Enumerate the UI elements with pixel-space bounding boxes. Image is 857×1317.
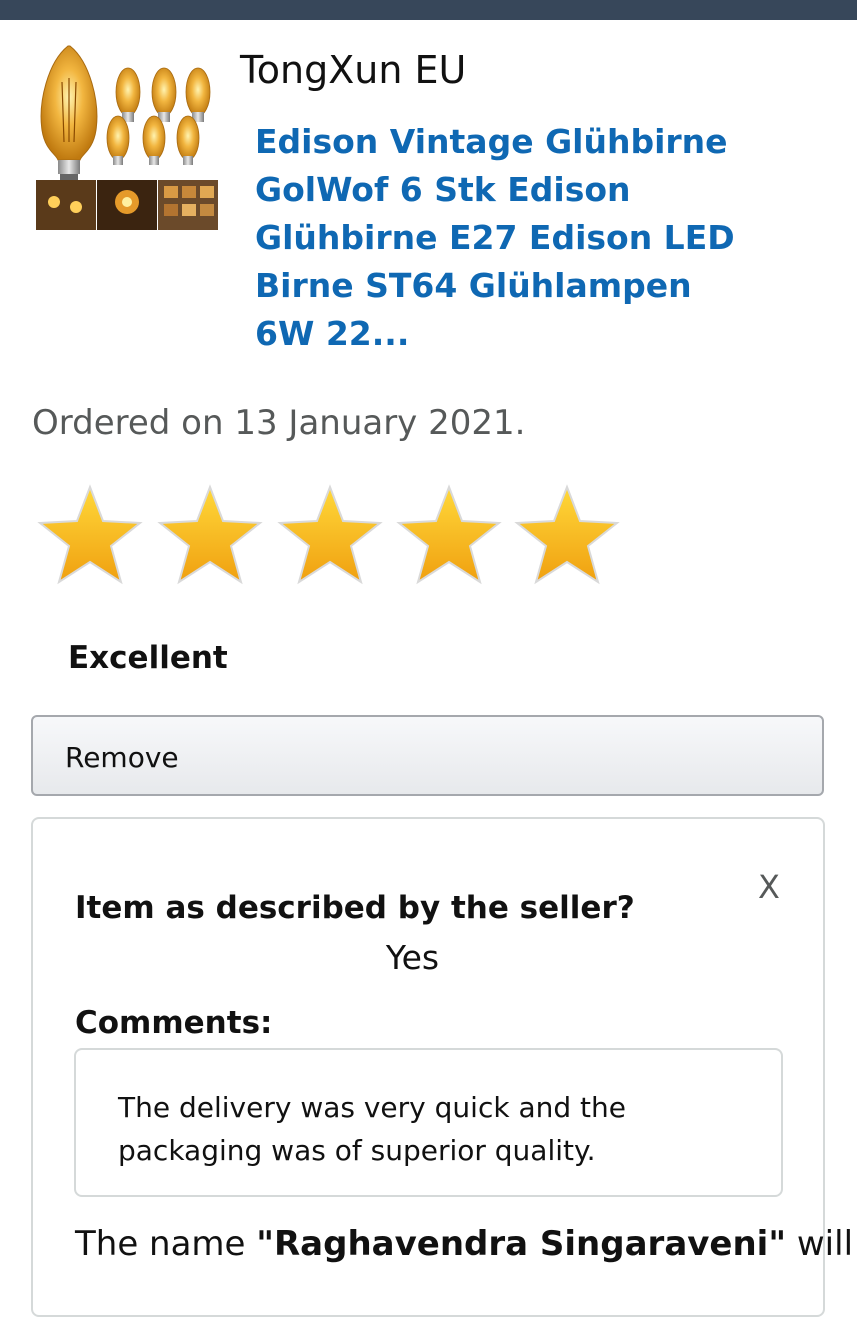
seller-name: TongXun EU bbox=[240, 48, 467, 92]
close-icon[interactable]: X bbox=[758, 868, 780, 906]
top-bar bbox=[0, 0, 857, 20]
product-image[interactable] bbox=[36, 42, 218, 232]
display-name-notice: The name "Raghavendra Singaraveni" will bbox=[75, 1220, 853, 1268]
question-label: Item as described by the seller? bbox=[75, 890, 635, 926]
edison-bulbs-icon bbox=[36, 45, 218, 230]
comment-field[interactable]: The delivery was very quick and the pack… bbox=[74, 1048, 783, 1197]
star-icon[interactable] bbox=[36, 483, 144, 587]
star-icon[interactable] bbox=[395, 483, 503, 587]
rating-label: Excellent bbox=[68, 640, 228, 676]
comment-text: The delivery was very quick and the pack… bbox=[118, 1091, 626, 1167]
display-name-suffix: will bbox=[786, 1224, 854, 1264]
star-icon[interactable] bbox=[513, 483, 621, 587]
answer-value: Yes bbox=[385, 938, 440, 977]
order-date: Ordered on 13 January 2021. bbox=[32, 403, 526, 443]
remove-button-label: Remove bbox=[65, 741, 179, 774]
star-icon[interactable] bbox=[276, 483, 384, 587]
reviewer-name: "Raghavendra Singaraveni" bbox=[256, 1224, 787, 1264]
product-title-link[interactable]: Edison Vintage Glühbirne GolWof 6 Stk Ed… bbox=[255, 118, 755, 358]
star-icon[interactable] bbox=[156, 483, 264, 587]
comments-label: Comments: bbox=[75, 1005, 273, 1041]
remove-button[interactable]: Remove bbox=[31, 715, 824, 796]
display-name-prefix: The name bbox=[75, 1224, 257, 1264]
